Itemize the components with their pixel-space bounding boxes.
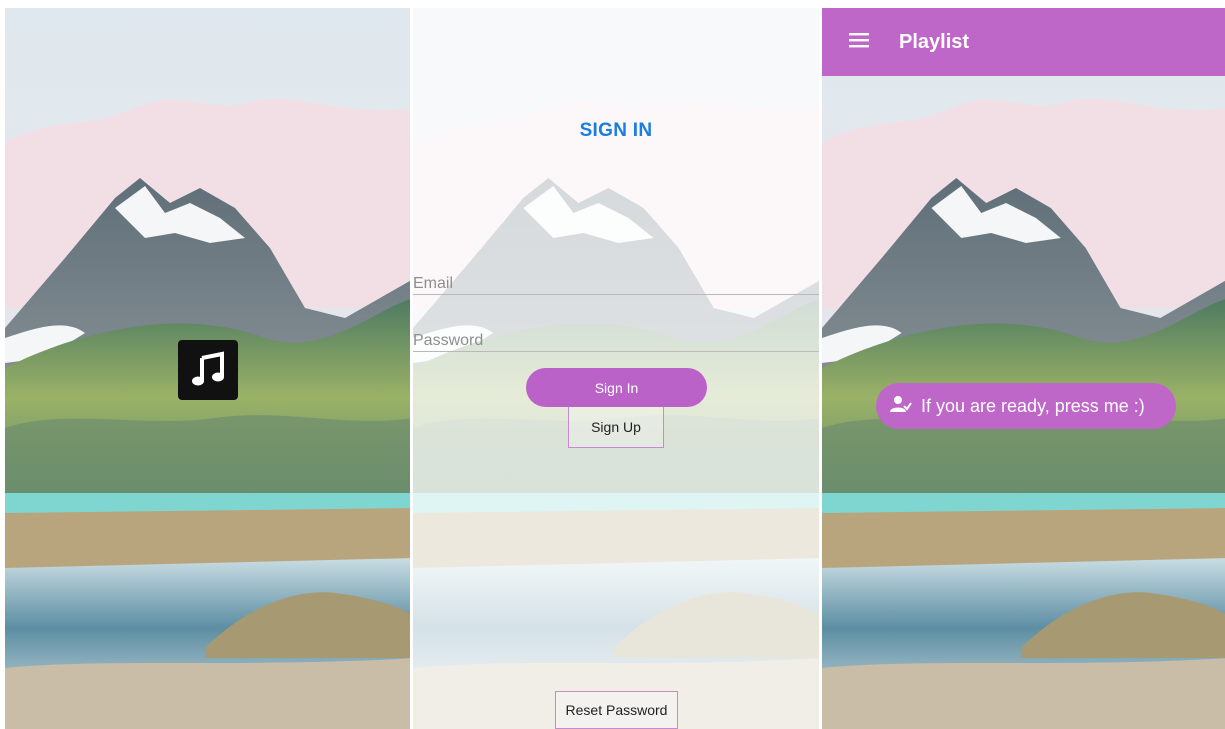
email-field[interactable]: Email (413, 271, 819, 295)
menu-icon[interactable] (849, 32, 871, 53)
reset-password-button[interactable]: Reset Password (555, 691, 678, 729)
page-title: SIGN IN (579, 120, 653, 141)
password-placeholder: Password (413, 332, 484, 349)
person-check-icon (890, 394, 912, 419)
ready-button-label: If you are ready, press me :) (921, 395, 1145, 416)
password-field[interactable]: Password (413, 328, 819, 352)
sign-in-button[interactable]: Sign In (526, 368, 707, 407)
app-bar-title: Playlist (899, 30, 970, 53)
email-placeholder: Email (413, 275, 454, 292)
app-bar: Playlist (822, 8, 1225, 76)
playlist-screen: Playlist If you are ready, press me :) (822, 8, 1225, 729)
signin-screen: SIGN IN Email Password Sign In Sign Up R… (413, 8, 819, 729)
ready-button[interactable]: If you are ready, press me :) (876, 383, 1176, 429)
sign-up-button[interactable]: Sign Up (568, 407, 664, 448)
landscape-background (822, 8, 1225, 729)
music-note-icon[interactable] (178, 340, 238, 400)
splash-screen (5, 8, 410, 729)
